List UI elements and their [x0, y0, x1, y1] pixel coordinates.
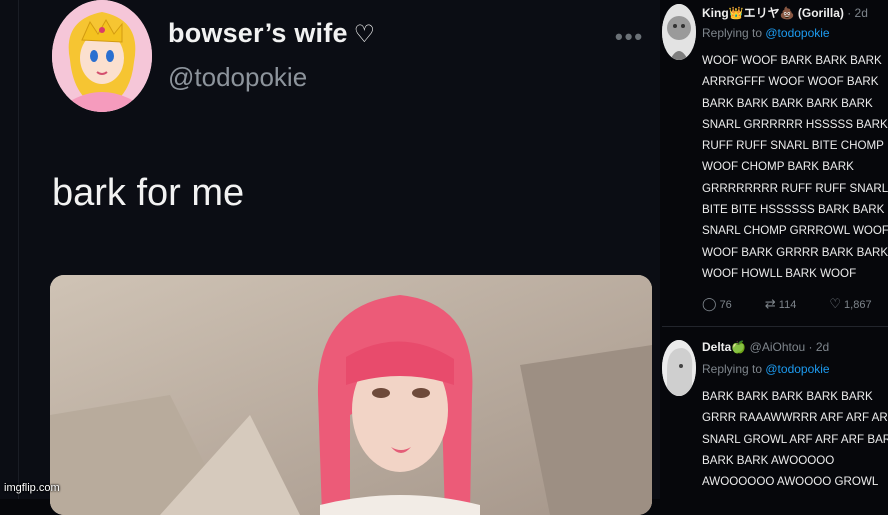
display-name-text: bowser’s wife [168, 18, 348, 48]
avatar[interactable] [662, 340, 696, 396]
replying-to: Replying to @todopokie [702, 26, 830, 40]
reply-line: WOOF CHOMP BARK BARK [702, 160, 854, 174]
watermark: imgflip.com [4, 482, 60, 494]
heart-icon: ♡ [829, 296, 842, 311]
comment-icon: ◯ [702, 296, 717, 311]
reply-line: WOOF BARK GRRRR BARK BARK [702, 245, 888, 259]
timeline-border [18, 0, 19, 499]
reply-meta: · 2d [843, 6, 868, 20]
reply-line: GRRR RAAAWWRRR ARF ARF ARF [702, 411, 888, 425]
mention-link[interactable]: @todopokie [765, 26, 829, 40]
display-name[interactable]: bowser’s wife ♡ [168, 18, 375, 49]
user-handle[interactable]: @todopokie [168, 62, 307, 93]
like-count[interactable]: ♡ 1,867 [829, 296, 871, 312]
replying-to-label: Replying to [702, 362, 766, 376]
avatar[interactable] [52, 0, 152, 112]
reply-line: ARRRGFFF WOOF WOOF BARK [702, 75, 879, 89]
reply-count-value: 76 [719, 299, 732, 311]
reply-header: King👑エリヤ💩 (Gorilla) · 2d [702, 4, 868, 21]
retweet-icon: ⇄ [764, 296, 776, 311]
retweet-count-value: 114 [778, 299, 797, 311]
reply-line: AWOOOOOO AWOOOO GROWL [702, 475, 879, 489]
reply-author-name[interactable]: Delta🍏 [702, 340, 746, 354]
pink-hair-photo-icon [50, 275, 652, 515]
reply-line: BARK BARK AWOOOOO [702, 453, 835, 467]
reply-line: BARK BARK BARK BARK BARK [702, 96, 873, 110]
reply-text: WOOF WOOF BARK BARK BARK ARRRGFFF WOOF W… [702, 50, 888, 284]
retweet-count[interactable]: ⇄ 114 [765, 296, 796, 312]
reply-line: BARK BARK BARK BARK BARK [702, 390, 873, 403]
reply-line: GRRRRRRRR RUFF RUFF SNARL [702, 181, 888, 195]
reply-header: Delta🍏 @AiOhtou · 2d [702, 340, 829, 354]
reply-line: BITE BITE HSSSSSS BARK BARK [702, 203, 885, 217]
replies-panel: King👑エリヤ💩 (Gorilla) · 2d Replying to @to… [662, 0, 888, 499]
reply-line: WOOF HOWLL BARK WOOF [702, 266, 857, 280]
reply-line: SNARL GROWL ARF ARF ARF BARK [702, 432, 888, 446]
more-options-icon[interactable]: ••• [615, 24, 644, 50]
reply-line: SNARL GRRRRRR HSSSSS BARK [702, 117, 888, 131]
like-count-value: 1,867 [844, 299, 872, 311]
reply-divider [662, 326, 888, 327]
reply-line: RUFF RUFF SNARL BITE CHOMP [702, 139, 884, 153]
reply-meta: @AiOhtou · 2d [746, 340, 830, 354]
tweet-text: bark for me [52, 172, 245, 214]
reply-author-name[interactable]: King👑エリヤ💩 (Gorilla) [702, 6, 844, 20]
heart-icon: ♡ [353, 21, 376, 48]
replying-to: Replying to @todopokie [702, 362, 830, 376]
reply-line: WOOF WOOF BARK BARK BARK [702, 54, 882, 67]
princess-peach-avatar-icon [52, 0, 152, 112]
reply-count[interactable]: ◯ 76 [702, 296, 732, 312]
avatar[interactable] [662, 4, 696, 60]
tweet-media[interactable] [50, 275, 652, 515]
reply-stats: ◯ 76 ⇄ 114 ♡ 1,867 [702, 296, 888, 312]
manga-avatar-icon [662, 340, 696, 396]
replying-to-label: Replying to [702, 26, 766, 40]
main-tweet: bowser’s wife ♡ @todopokie ••• bark for m… [0, 0, 660, 515]
reply-line: SNARL CHOMP gRRROWL WOOF [702, 224, 888, 238]
reply-text: BARK BARK BARK BARK BARK GRRR RAAAWWRRR … [702, 386, 888, 492]
mention-link[interactable]: @todopokie [765, 362, 829, 376]
gorilla-avatar-icon [662, 4, 696, 60]
